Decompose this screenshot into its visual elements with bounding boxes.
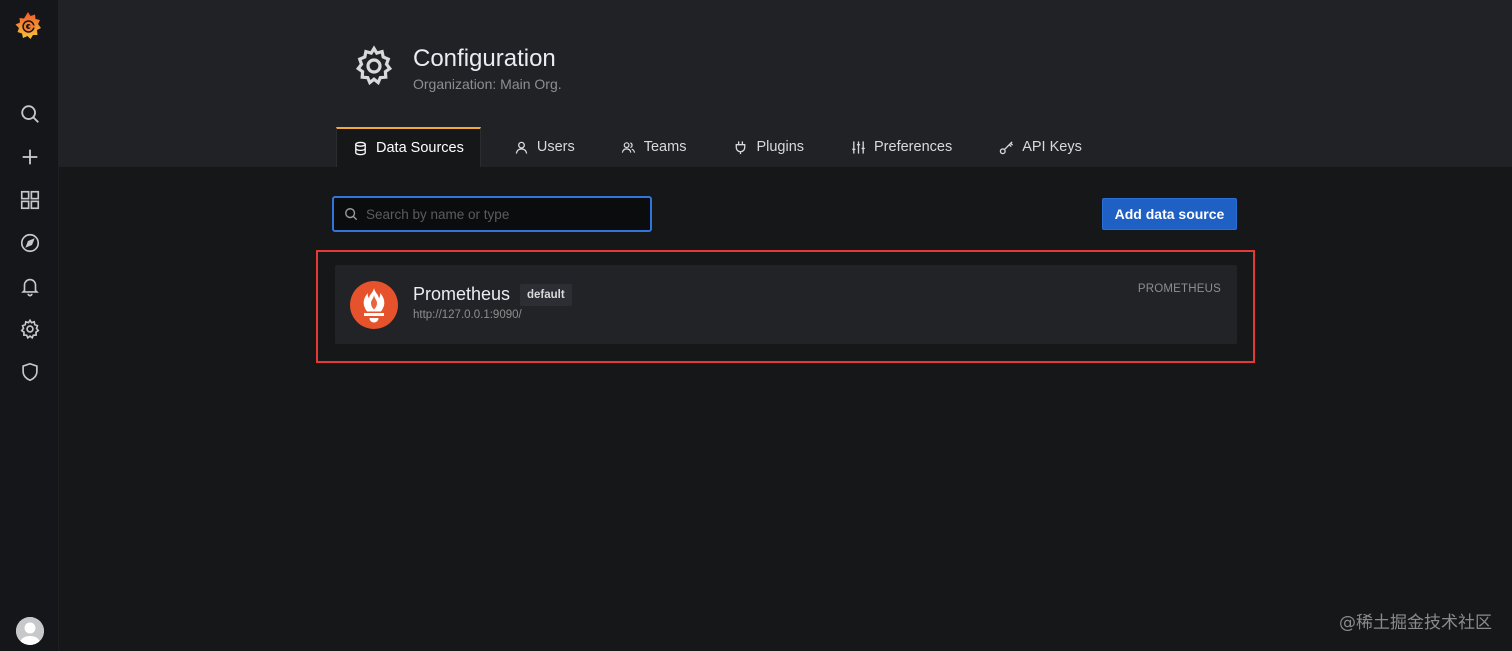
dashboards-grid-icon bbox=[20, 190, 40, 210]
bell-icon bbox=[21, 278, 39, 297]
tab-api-keys[interactable]: API Keys bbox=[983, 127, 1098, 167]
search-icon bbox=[21, 105, 39, 123]
datasource-name: Prometheus bbox=[413, 284, 511, 304]
tab-bar: Data Sources Users Teams Plugins Prefere… bbox=[336, 127, 1098, 167]
gear-icon bbox=[20, 318, 40, 340]
sidebar-item-alerting[interactable] bbox=[14, 270, 46, 302]
tab-preferences[interactable]: Preferences bbox=[835, 127, 968, 167]
sidebar-item-create[interactable] bbox=[14, 141, 46, 173]
database-icon bbox=[355, 141, 366, 155]
watermark: @稀土掘金技术社区 bbox=[1339, 613, 1492, 633]
datasource-url: http://127.0.0.1:9090/ bbox=[413, 309, 522, 321]
default-badge: default bbox=[520, 284, 572, 306]
tab-teams[interactable]: Teams bbox=[605, 127, 703, 167]
avatar-icon bbox=[16, 617, 44, 645]
tab-plugins[interactable]: Plugins bbox=[717, 127, 820, 167]
sidebar bbox=[0, 0, 59, 651]
prometheus-logo-icon bbox=[350, 281, 398, 329]
sidebar-item-explore[interactable] bbox=[14, 227, 46, 259]
grafana-logo-icon[interactable] bbox=[12, 10, 44, 42]
datasource-type: PROMETHEUS bbox=[1137, 283, 1221, 295]
shield-icon bbox=[22, 362, 38, 382]
page-title: Configuration bbox=[413, 45, 556, 72]
search-icon bbox=[345, 208, 358, 221]
tab-label: API Keys bbox=[1022, 139, 1082, 155]
tab-label: Preferences bbox=[874, 139, 953, 155]
sidebar-item-server-admin[interactable] bbox=[14, 356, 46, 388]
tab-label: Teams bbox=[643, 139, 687, 155]
datasource-card[interactable]: Prometheus default http://127.0.0.1:9090… bbox=[335, 265, 1237, 344]
tab-data-sources[interactable]: Data Sources bbox=[336, 127, 481, 167]
sidebar-item-dashboards[interactable] bbox=[14, 184, 46, 216]
gear-icon bbox=[352, 44, 396, 88]
page-header: Configuration Organization: Main Org. Da… bbox=[58, 0, 1512, 167]
search-box[interactable] bbox=[332, 196, 652, 232]
tab-label: Users bbox=[536, 139, 575, 155]
tab-users[interactable]: Users bbox=[498, 127, 591, 167]
tab-label: Plugins bbox=[756, 139, 805, 155]
add-data-source-button[interactable]: Add data source bbox=[1102, 198, 1237, 230]
key-icon bbox=[999, 140, 1014, 154]
user-icon bbox=[515, 141, 528, 154]
avatar[interactable] bbox=[16, 617, 44, 645]
tab-label: Data Sources bbox=[376, 140, 464, 156]
compass-icon bbox=[20, 233, 40, 253]
sliders-icon bbox=[852, 140, 865, 154]
plug-icon bbox=[736, 140, 746, 154]
page-subtitle: Organization: Main Org. bbox=[413, 76, 562, 92]
users-icon bbox=[621, 141, 635, 153]
sidebar-item-search[interactable] bbox=[14, 98, 46, 130]
search-input[interactable] bbox=[364, 205, 638, 223]
sidebar-item-configuration[interactable] bbox=[14, 313, 46, 345]
plus-icon bbox=[22, 149, 38, 165]
